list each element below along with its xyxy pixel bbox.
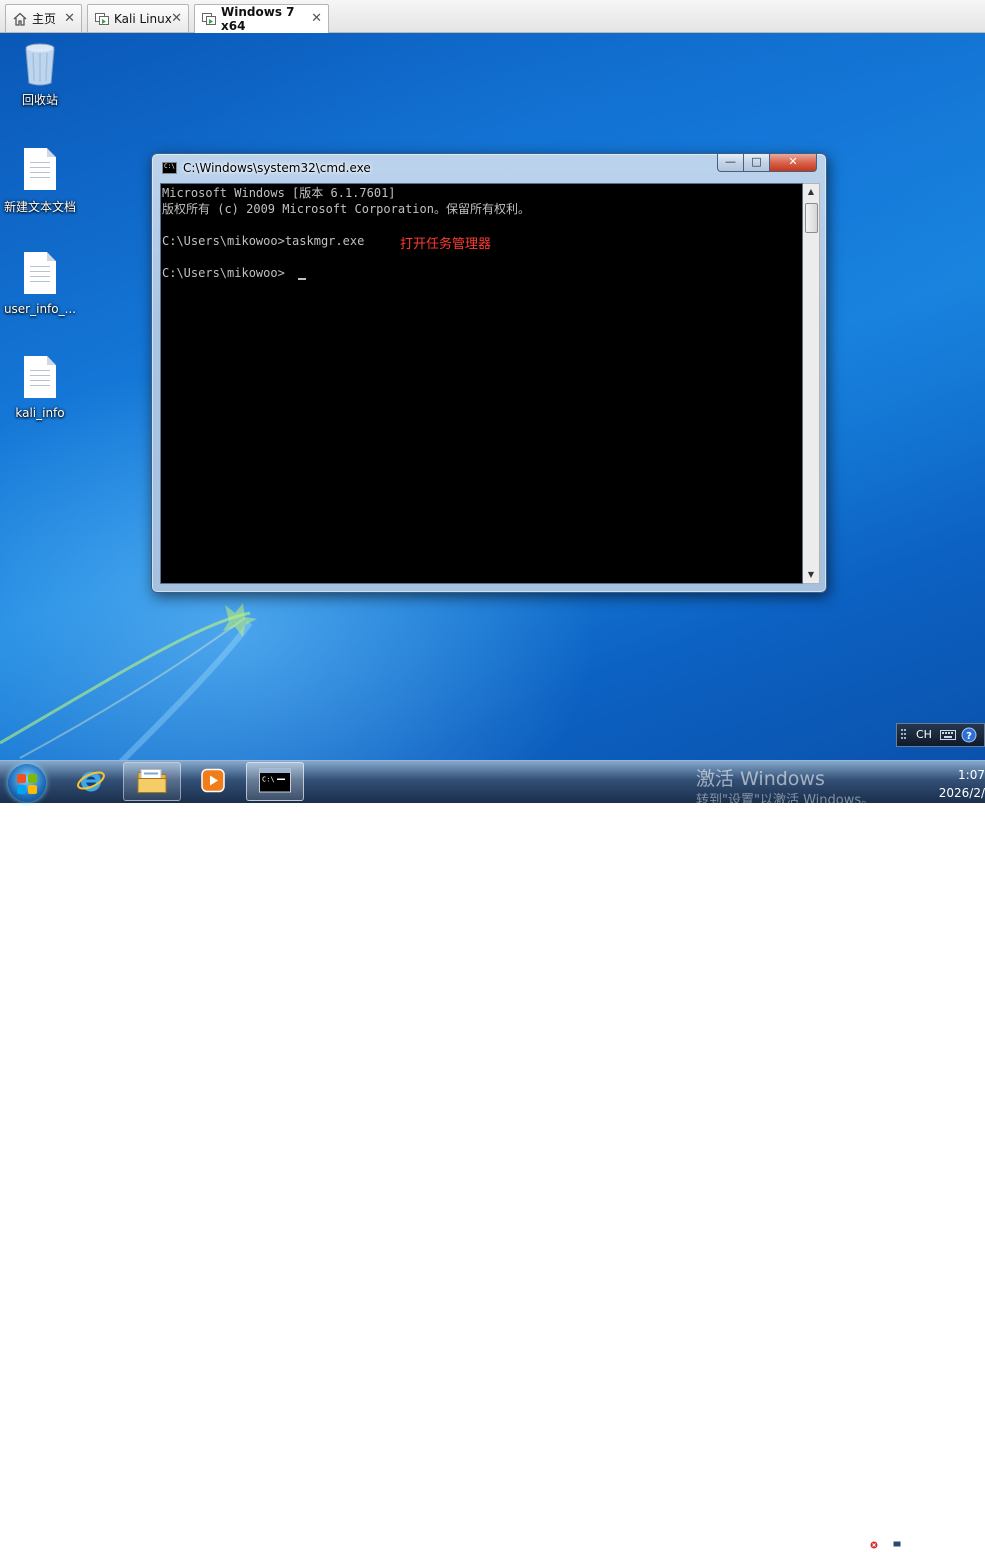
desktop-icon-recycle-bin[interactable]: 回收站	[0, 41, 80, 108]
activation-watermark-subtitle: 转到"设置"以激活 Windows。	[696, 793, 875, 808]
text-document-icon	[20, 148, 60, 194]
tab-windows-7-x64[interactable]: Windows 7 x64 ✕	[194, 4, 329, 33]
keyboard-icon[interactable]	[940, 729, 956, 744]
show-hidden-icons-icon[interactable]: ▲	[842, 1533, 851, 1547]
desktop-icon-label: 回收站	[21, 93, 58, 107]
svg-text:?: ?	[966, 731, 972, 742]
action-center-icon[interactable]	[864, 1535, 878, 1552]
text-cursor	[298, 278, 306, 280]
cmd-titlebar[interactable]: C:\Windows\system32\cmd.exe — □ ✕	[152, 154, 826, 181]
text-document-icon	[20, 252, 60, 298]
activation-watermark-title: 激活 Windows	[696, 768, 825, 790]
close-icon[interactable]: ✕	[311, 11, 322, 26]
maximize-button[interactable]: □	[743, 154, 770, 172]
tab-label: Kali Linux	[114, 11, 172, 26]
scroll-up-icon[interactable]: ▲	[803, 184, 819, 200]
language-bar[interactable]: CH ?	[896, 723, 985, 747]
tab-label: Windows 7 x64	[221, 5, 295, 33]
window-title: C:\Windows\system32\cmd.exe	[183, 161, 371, 175]
minimize-button[interactable]: —	[717, 154, 744, 172]
svg-text:C:\: C:\	[262, 775, 275, 783]
console-output[interactable]: Microsoft Windows [版本 6.1.7601] 版权所有 (c)…	[160, 183, 803, 584]
taskbar-internet-explorer[interactable]	[62, 762, 120, 801]
close-icon[interactable]: ✕	[64, 11, 75, 26]
close-button[interactable]: ✕	[769, 154, 817, 172]
folder-icon	[136, 766, 168, 797]
desktop-icon-label: user_info_...	[3, 302, 77, 316]
cmd-icon: C:\	[259, 768, 291, 795]
tab-kali-linux[interactable]: Kali Linux ✕	[87, 4, 189, 32]
start-button[interactable]	[8, 764, 46, 802]
desktop-icon-user-info[interactable]: user_info_...	[0, 252, 80, 316]
help-icon[interactable]: ?	[961, 727, 977, 746]
desktop-icon-label: 新建文本文档	[3, 200, 76, 214]
volume-icon[interactable]	[911, 1535, 927, 1552]
scrollbar-thumb[interactable]	[805, 203, 818, 233]
close-icon[interactable]: ✕	[171, 11, 182, 26]
clock-date: 2026/2/	[938, 786, 985, 800]
media-player-icon	[199, 766, 227, 797]
console-line: 版权所有 (c) 2009 Microsoft Corporation。保留所有…	[162, 202, 530, 216]
tab-label: 主页	[32, 12, 57, 26]
desktop-icon-kali-info[interactable]: kali_info	[0, 356, 80, 420]
console-line: C:\Users\mikowoo>taskmgr.exe	[162, 234, 365, 248]
recycle-bin-icon	[20, 41, 60, 87]
home-icon	[12, 11, 28, 27]
text-document-icon	[20, 356, 60, 402]
annotation-text: 打开任务管理器	[400, 237, 492, 252]
system-clock[interactable]: 1:07 2026/2/	[938, 766, 985, 802]
input-language[interactable]: CH	[916, 728, 932, 741]
cmd-icon	[162, 162, 177, 174]
internet-explorer-icon	[76, 765, 106, 798]
tab-home[interactable]: 主页 ✕	[5, 4, 82, 32]
desktop-icon-label: kali_info	[15, 406, 65, 420]
taskbar-cmd[interactable]: C:\	[246, 762, 304, 801]
clock-time: 1:07	[958, 768, 985, 782]
cmd-window[interactable]: C:\Windows\system32\cmd.exe — □ ✕ Micros…	[151, 153, 827, 593]
vm-tab-bar: 主页 ✕ Kali Linux ✕ Windows 7 x64 ✕	[0, 0, 985, 33]
console-prompt: C:\Users\mikowoo>	[162, 266, 285, 280]
taskbar-file-explorer[interactable]	[123, 762, 181, 801]
desktop-icon-new-text-document[interactable]: 新建文本文档	[0, 148, 80, 215]
scroll-down-icon[interactable]: ▼	[803, 567, 819, 583]
vertical-scrollbar[interactable]: ▲ ▼	[803, 183, 820, 584]
vm-icon	[94, 11, 110, 27]
grip-icon	[901, 728, 911, 742]
network-icon[interactable]	[888, 1535, 902, 1552]
console-line: Microsoft Windows [版本 6.1.7601]	[162, 186, 396, 200]
vm-icon	[201, 11, 217, 27]
taskbar-media-player[interactable]	[184, 762, 242, 801]
